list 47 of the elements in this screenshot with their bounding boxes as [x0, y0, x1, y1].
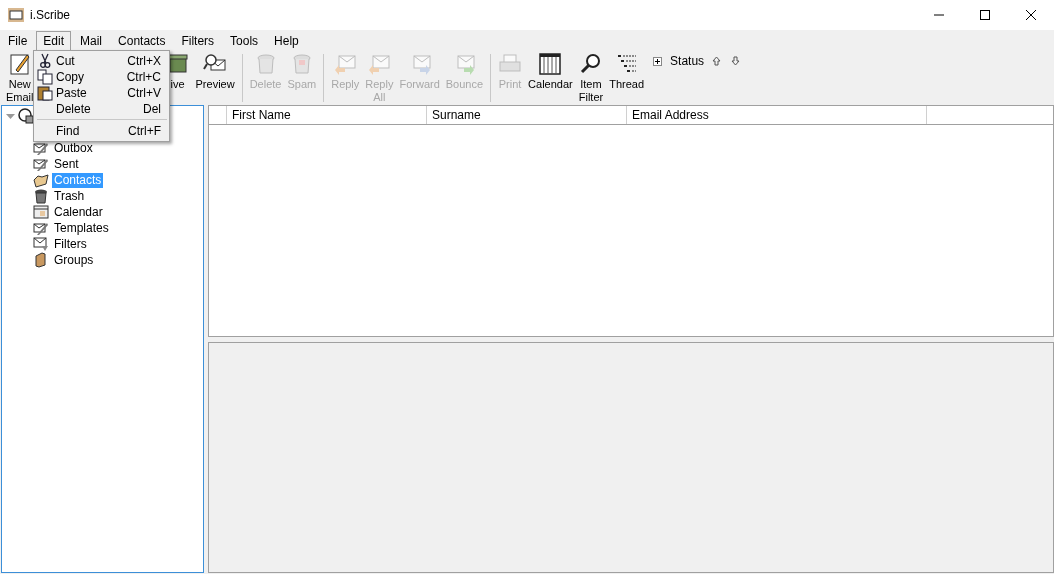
folder-item[interactable]: Templates — [52, 220, 111, 236]
folder-item[interactable]: Groups — [52, 252, 96, 268]
expanded-arrow-icon[interactable] — [6, 111, 15, 121]
folder-item[interactable]: Outbox — [52, 140, 95, 156]
toolbar-button[interactable]: Item Filter — [575, 52, 607, 104]
toolbar-button[interactable]: Calendar — [525, 52, 576, 91]
menu-item[interactable]: Contacts — [111, 30, 173, 50]
folder-item[interactable]: Calendar — [52, 204, 105, 220]
app-icon — [8, 8, 24, 22]
calendar-icon — [538, 52, 563, 76]
sort-up-icon[interactable] — [712, 56, 722, 66]
maximize-icon — [980, 10, 990, 20]
close-icon — [1026, 10, 1036, 20]
sort-down-icon[interactable] — [731, 56, 741, 66]
column-header[interactable]: Surname — [427, 106, 627, 124]
menu-entry[interactable]: Delete Del — [34, 101, 169, 117]
clipboard-icon — [37, 85, 53, 101]
expand-icon[interactable] — [653, 56, 663, 66]
envelope-funnel-icon — [33, 236, 49, 252]
menu-item[interactable]: File — [1, 30, 35, 50]
reply-icon — [333, 52, 358, 76]
replyall-icon — [367, 52, 392, 76]
menu-item[interactable]: Help — [267, 30, 306, 50]
menu-item[interactable]: Mail — [73, 30, 110, 50]
menu-item[interactable]: Edit — [36, 30, 72, 50]
calendar-icon — [33, 204, 49, 220]
status-label: Status — [670, 54, 705, 68]
copy-icon — [37, 69, 53, 85]
trash-can-icon — [33, 188, 49, 204]
folder-item[interactable]: Sent — [52, 156, 81, 172]
menu-entry[interactable]: Find Ctrl+F — [34, 123, 169, 139]
toolbar-button[interactable]: New Email — [3, 52, 37, 104]
book-icon — [33, 252, 49, 268]
envelope-pencil-icon — [33, 140, 49, 156]
folder-item[interactable]: Filters — [52, 236, 89, 252]
menu-item[interactable]: Tools — [223, 30, 266, 50]
envelope-pencil-icon — [33, 156, 49, 172]
column-header[interactable]: First Name — [227, 106, 427, 124]
toolbar-button[interactable]: Preview — [192, 52, 238, 91]
scissors-icon — [37, 53, 53, 69]
menu-item[interactable]: Filters — [174, 30, 222, 50]
folder-item[interactable]: Trash — [52, 188, 87, 204]
folder-icon — [33, 172, 49, 188]
column-header[interactable]: Email Address — [627, 106, 927, 124]
window-title: i.Scribe — [30, 8, 71, 22]
envelope-pencil-icon — [33, 220, 49, 236]
toolbar-button[interactable]: Thread — [606, 52, 648, 91]
